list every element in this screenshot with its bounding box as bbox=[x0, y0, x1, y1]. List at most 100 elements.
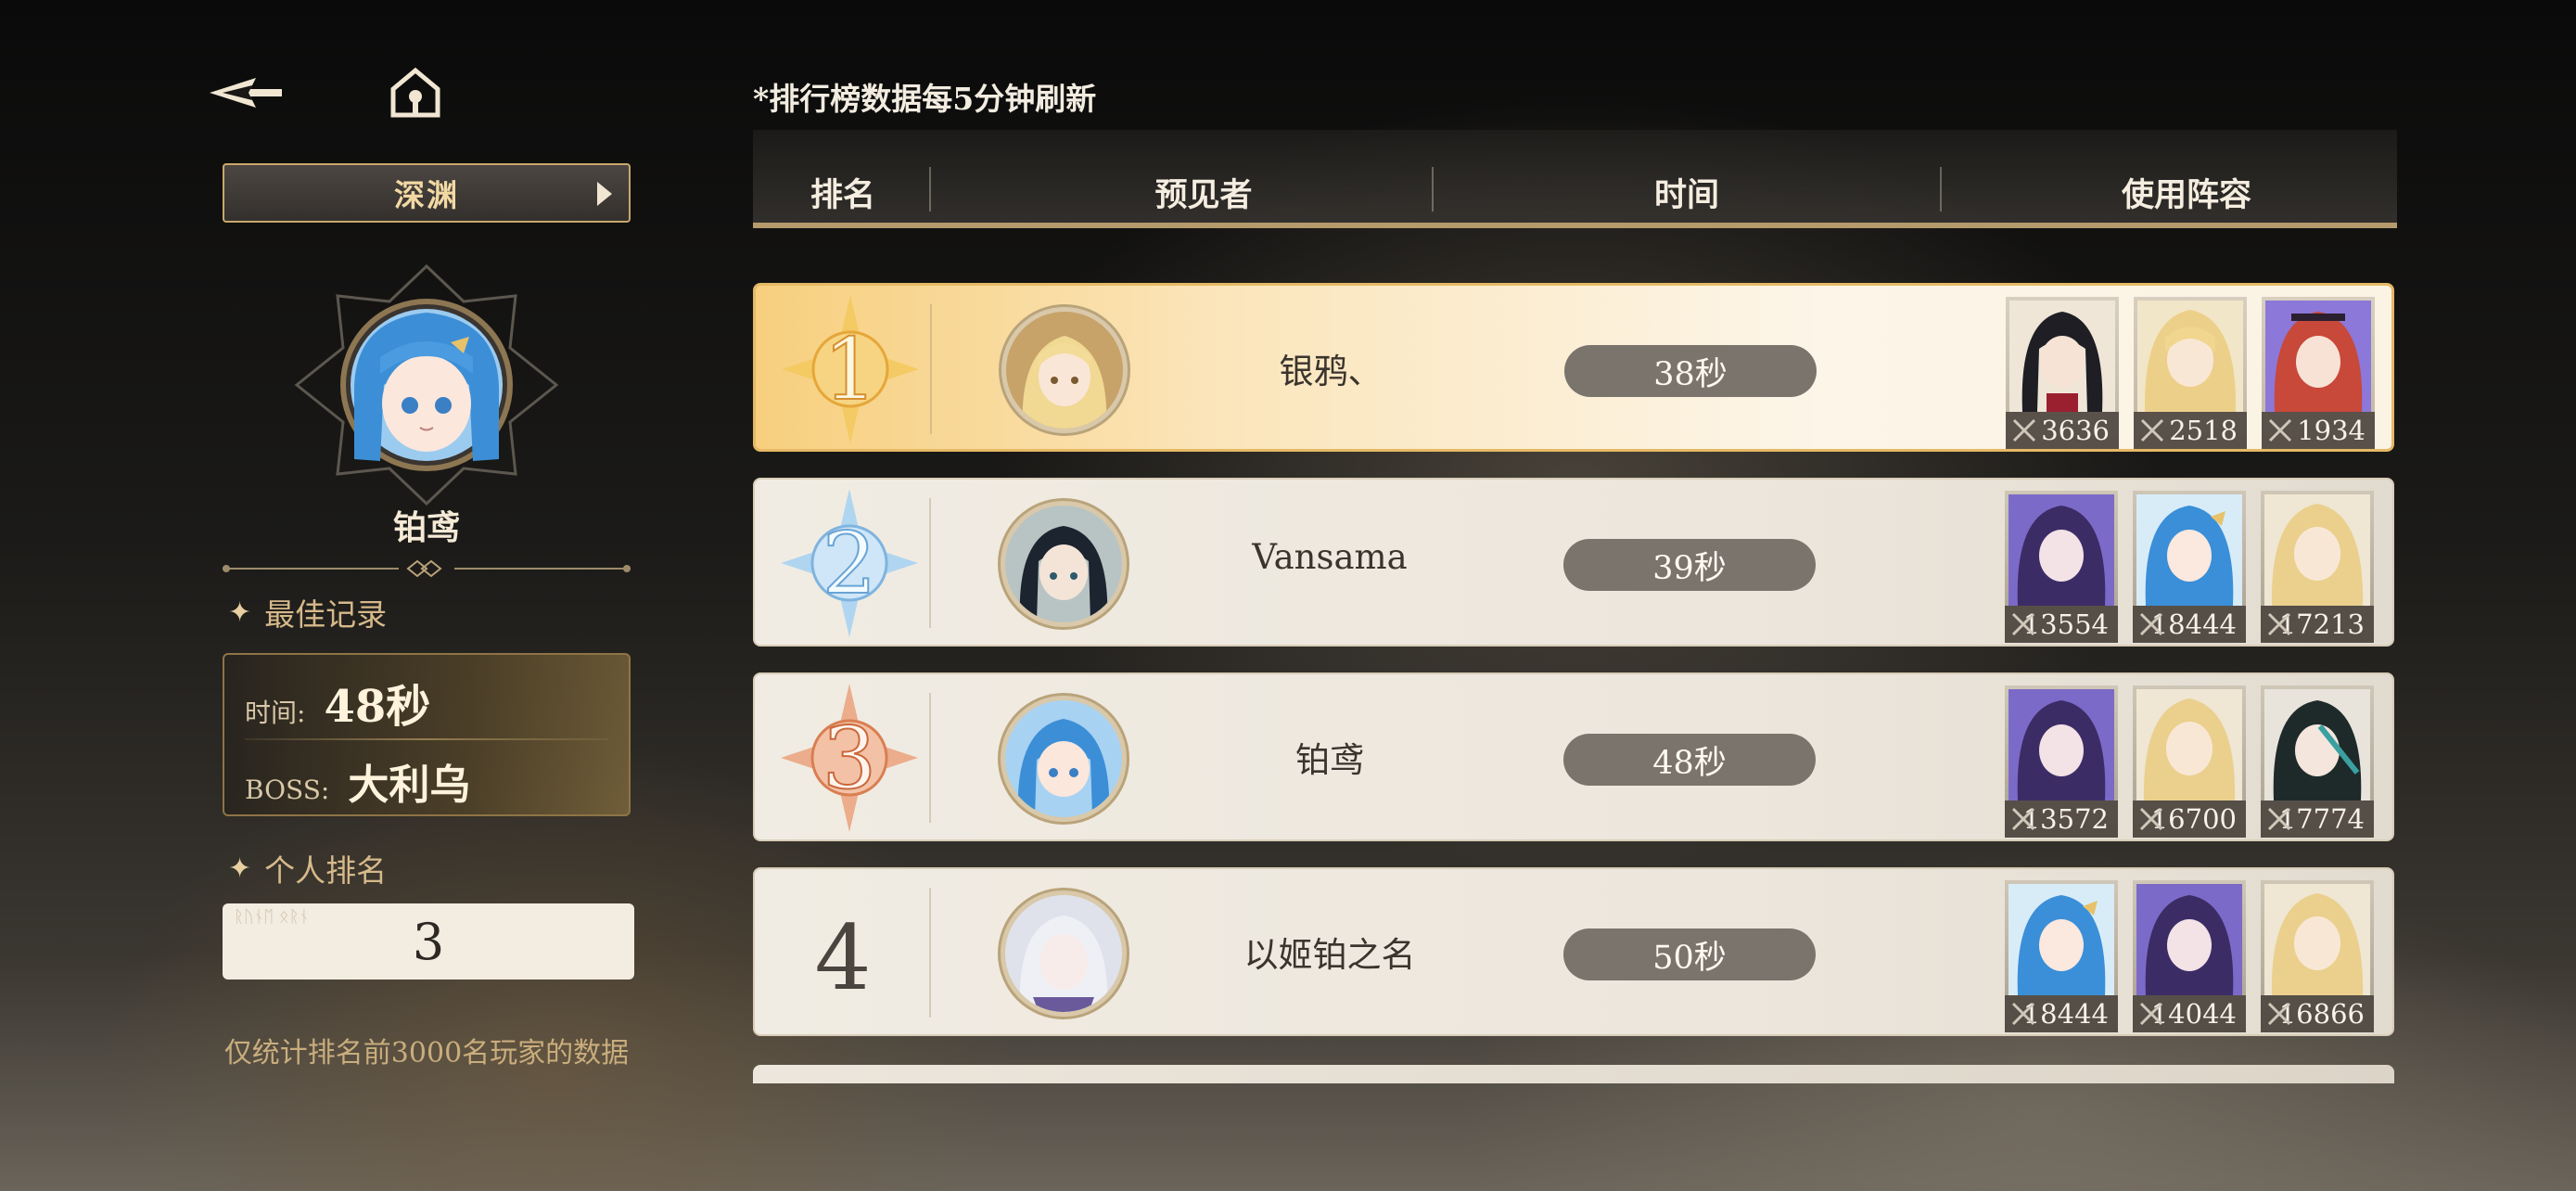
back-arrow-icon bbox=[210, 78, 282, 108]
sparkle-icon: ✦ bbox=[228, 852, 252, 885]
swords-icon bbox=[2139, 807, 2163, 831]
character-card[interactable]: 14044 bbox=[2133, 880, 2246, 1032]
team-lineup: 13554 18444 17213 bbox=[2005, 491, 2374, 643]
player-name: 铂鸢 bbox=[392, 508, 460, 547]
character-card[interactable]: 2518 bbox=[2134, 297, 2247, 449]
rank-number: 4 bbox=[814, 906, 872, 1010]
best-record-label: 最佳记录 bbox=[264, 596, 388, 633]
leaderboard-row[interactable]: 2 Vansama 39秒 13554 18444 17213 bbox=[753, 478, 2394, 647]
clear-time: 39秒 bbox=[1563, 539, 1816, 591]
character-power: 3636 bbox=[2041, 415, 2110, 446]
character-card[interactable]: 3636 bbox=[2006, 297, 2119, 449]
personal-rank-value: 3 bbox=[412, 912, 445, 971]
rank-number: 3 bbox=[823, 709, 877, 808]
column-rank: 排名 bbox=[810, 176, 876, 214]
character-portrait bbox=[2009, 689, 2114, 800]
character-portrait bbox=[2264, 689, 2370, 800]
leaderboard-header: 排名 预见者 时间 使用阵容 bbox=[753, 130, 2397, 228]
swords-icon bbox=[2267, 612, 2291, 636]
character-portrait bbox=[2136, 494, 2242, 606]
player-avatar[interactable] bbox=[1005, 895, 1122, 1012]
character-card[interactable]: 18444 bbox=[2005, 880, 2118, 1032]
player-avatar[interactable] bbox=[1006, 312, 1123, 429]
personal-rank-box: ᚱᚢᚾᛖ ᛟᚱᚾ 3 bbox=[223, 903, 634, 980]
record-divider bbox=[245, 738, 608, 740]
boss-label: BOSS: bbox=[245, 775, 330, 805]
home-icon bbox=[390, 67, 440, 118]
character-card[interactable]: 13554 bbox=[2005, 491, 2118, 643]
character-portrait bbox=[2264, 884, 2370, 995]
column-time: 时间 bbox=[1653, 176, 1720, 214]
best-record-card: 时间: 48秒 BOSS: 大利乌 bbox=[223, 653, 631, 816]
team-lineup: 18444 14044 16866 bbox=[2005, 880, 2374, 1032]
arrow-right-icon bbox=[597, 182, 612, 206]
clear-time: 38秒 bbox=[1564, 345, 1817, 397]
column-lineup: 使用阵容 bbox=[2121, 176, 2252, 214]
character-portrait bbox=[2137, 301, 2243, 412]
row-separator bbox=[930, 304, 932, 434]
stats-note: 仅统计排名前3000名玩家的数据 bbox=[223, 1037, 630, 1069]
swords-icon bbox=[2267, 807, 2291, 831]
player-avatar bbox=[287, 263, 566, 506]
character-portrait bbox=[2136, 689, 2242, 800]
character-card[interactable]: 16866 bbox=[2261, 880, 2374, 1032]
player-name: 银鸦、 bbox=[1279, 352, 1383, 391]
column-separator bbox=[1940, 167, 1942, 211]
character-power: 2518 bbox=[2169, 415, 2238, 446]
row-separator bbox=[929, 498, 931, 628]
mode-selector-button[interactable]: 深渊 bbox=[223, 163, 631, 223]
character-card[interactable]: 17774 bbox=[2261, 685, 2374, 838]
column-separator bbox=[1432, 167, 1434, 211]
team-lineup: 3636 2518 1934 bbox=[2006, 297, 2375, 449]
leaderboard-row-partial[interactable] bbox=[753, 1065, 2394, 1083]
character-portrait bbox=[2009, 494, 2114, 606]
player-avatar[interactable] bbox=[1005, 700, 1122, 817]
rune-decoration: ᚱᚢᚾᛖ ᛟᚱᚾ bbox=[234, 907, 310, 927]
leaderboard-row[interactable]: 3 铂鸢 48秒 13572 16700 17774 bbox=[753, 672, 2394, 841]
home-button[interactable] bbox=[388, 65, 443, 121]
character-portrait bbox=[2265, 301, 2371, 412]
swords-icon bbox=[2139, 612, 2163, 636]
swords-icon bbox=[2011, 612, 2035, 636]
character-card[interactable]: 13572 bbox=[2005, 685, 2118, 838]
character-card[interactable]: 18444 bbox=[2133, 491, 2246, 643]
row-separator bbox=[929, 888, 931, 1018]
time-label: 时间: bbox=[245, 698, 306, 728]
best-record-heading: ✦ 最佳记录 bbox=[228, 590, 387, 634]
swords-icon bbox=[2268, 418, 2292, 442]
clear-time: 50秒 bbox=[1563, 928, 1816, 980]
column-separator bbox=[929, 167, 931, 211]
team-lineup: 13572 16700 17774 bbox=[2005, 685, 2374, 838]
rank-2-emblem: 2 bbox=[770, 489, 929, 637]
character-portrait bbox=[2264, 494, 2370, 606]
character-card[interactable]: 16700 bbox=[2133, 685, 2246, 838]
back-button[interactable] bbox=[206, 65, 286, 121]
clear-time: 48秒 bbox=[1563, 734, 1816, 786]
sparkle-icon: ✦ bbox=[228, 596, 252, 629]
swords-icon bbox=[2139, 1002, 2163, 1026]
player-name: 铂鸢 bbox=[1295, 740, 1364, 780]
leaderboard-row[interactable]: 1 银鸦、 38秒 3636 2518 1934 bbox=[753, 283, 2394, 452]
column-player: 预见者 bbox=[1154, 176, 1253, 214]
ornament-divider bbox=[223, 559, 631, 578]
personal-rank-heading: ✦ 个人排名 bbox=[228, 846, 387, 890]
player-avatar[interactable] bbox=[1005, 506, 1122, 622]
swords-icon bbox=[2267, 1002, 2291, 1026]
character-portrait bbox=[2009, 301, 2115, 412]
character-card[interactable]: 17213 bbox=[2261, 491, 2374, 643]
refresh-note: *排行榜数据每5分钟刷新 bbox=[753, 81, 1097, 117]
swords-icon bbox=[2011, 807, 2035, 831]
boss-name-value: 大利乌 bbox=[348, 762, 471, 809]
rank-number: 2 bbox=[823, 514, 877, 613]
swords-icon bbox=[2012, 418, 2036, 442]
player-name: 以姬铂之名 bbox=[1243, 935, 1416, 975]
mode-label: 深渊 bbox=[394, 177, 459, 213]
personal-rank-label: 个人排名 bbox=[264, 852, 388, 889]
character-power: 1934 bbox=[2297, 415, 2366, 446]
leaderboard-row[interactable]: 4 以姬铂之名 50秒 18444 14044 16866 bbox=[753, 867, 2394, 1036]
character-portrait bbox=[2136, 884, 2242, 995]
character-card[interactable]: 1934 bbox=[2262, 297, 2375, 449]
swords-icon bbox=[2011, 1002, 2035, 1026]
character-portrait bbox=[2009, 884, 2114, 995]
rank-1-emblem: 1 bbox=[771, 295, 930, 443]
